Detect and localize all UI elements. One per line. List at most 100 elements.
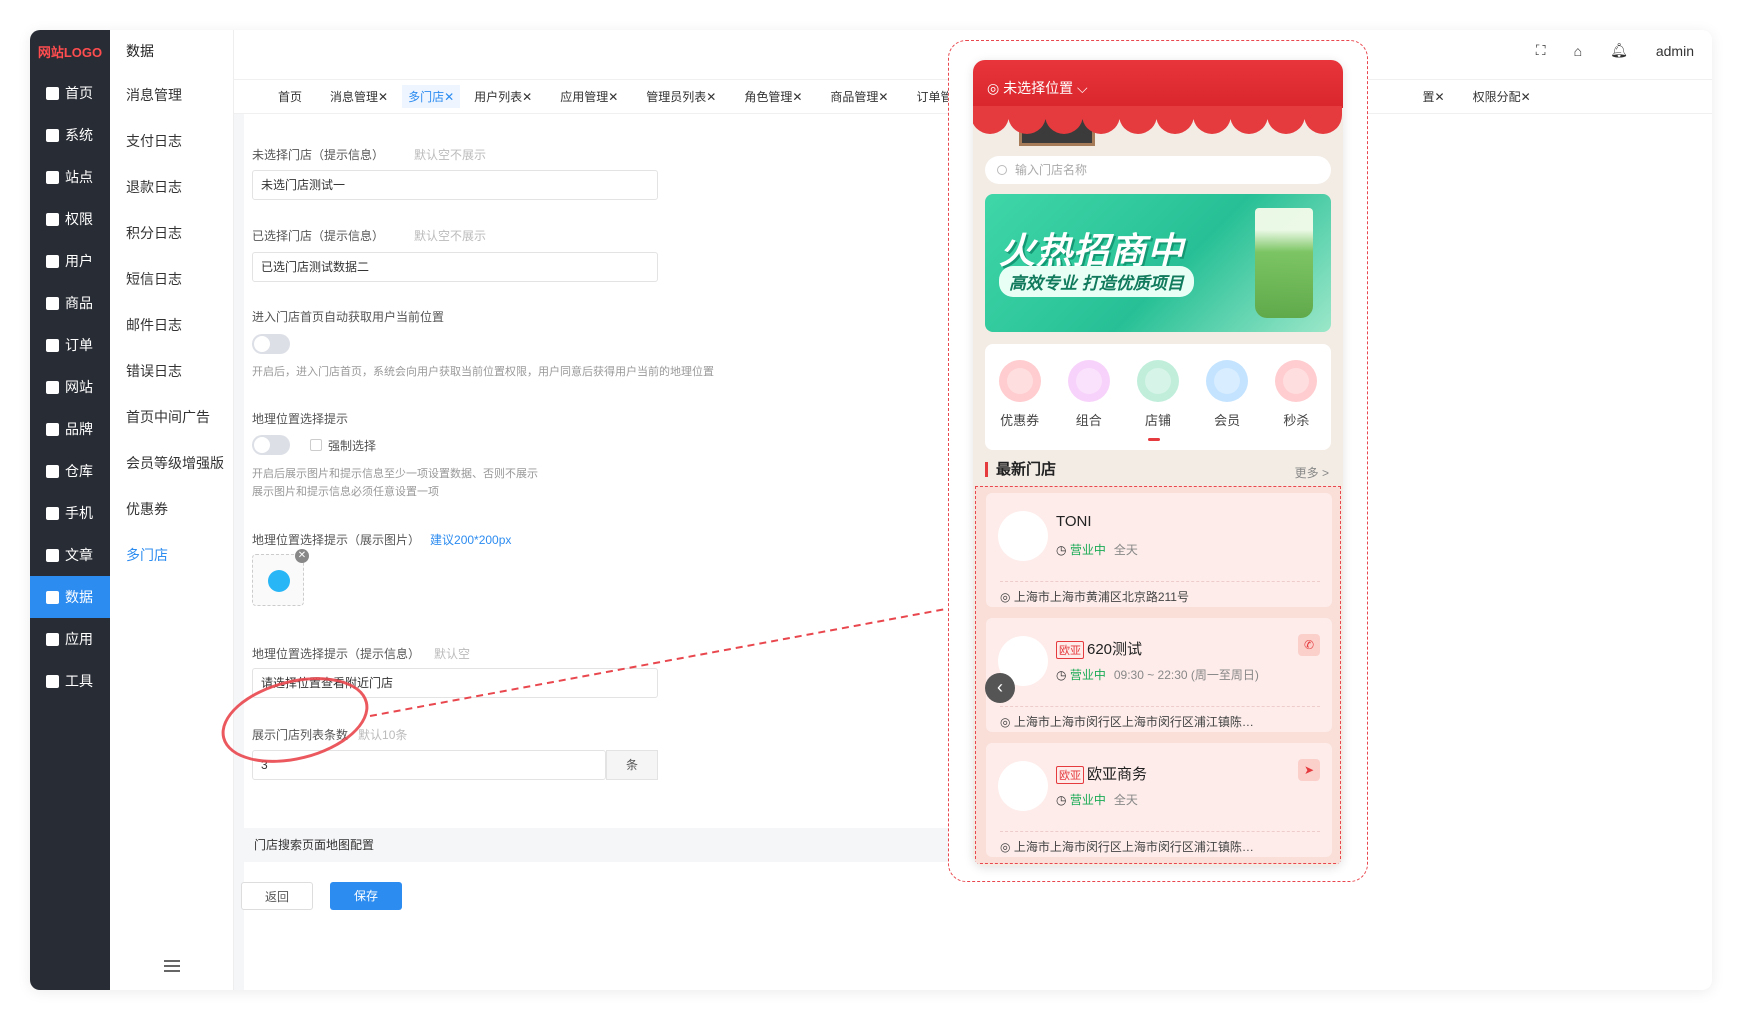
sidebar-item-label: 数据 xyxy=(65,589,93,605)
subnav-item[interactable]: 短信日志 xyxy=(110,256,233,302)
selected-input[interactable]: 已选门店测试数据二 xyxy=(252,252,658,282)
collapse-menu-icon[interactable] xyxy=(164,960,180,972)
sidebar-item[interactable]: 数据 xyxy=(30,576,110,618)
sidebar-item[interactable]: 首页 xyxy=(30,72,110,114)
tab[interactable]: 多门店✕ xyxy=(402,85,461,108)
sidebar-item[interactable]: 网站 xyxy=(30,366,110,408)
store-tag: 欧亚 xyxy=(1056,766,1084,784)
subnav-item[interactable]: 积分日志 xyxy=(110,210,233,256)
menu-icon xyxy=(46,380,59,394)
subnav-item[interactable]: 支付日志 xyxy=(110,118,233,164)
fullscreen-icon[interactable]: ⛶ xyxy=(1536,42,1546,59)
image-thumbnail xyxy=(268,570,290,592)
user-name[interactable]: admin xyxy=(1656,43,1694,59)
sidebar-item[interactable]: 权限 xyxy=(30,198,110,240)
store-card[interactable]: 欧亚 欧亚商务 ◷ 营业中 全天 ◎ 上海市上海市闵行区上海市闵行区浦江镇陈… ➤ xyxy=(986,743,1332,857)
geo-tip-label: 地理位置选择提示 xyxy=(252,412,349,426)
phone-icon[interactable]: ✆ xyxy=(1298,634,1320,656)
store-address: ◎ 上海市上海市黄浦区北京路211号 xyxy=(1000,581,1320,605)
sidebar-item[interactable]: 站点 xyxy=(30,156,110,198)
tab[interactable]: 消息管理✕ xyxy=(316,88,402,105)
tab[interactable]: 置✕ xyxy=(1409,88,1459,105)
quick-nav-item[interactable]: 组合 xyxy=(1067,360,1110,450)
navigate-icon[interactable]: ➤ xyxy=(1298,759,1320,781)
sidebar-item[interactable]: 应用 xyxy=(30,618,110,660)
chevron-down-icon: ⌵ xyxy=(1077,80,1088,96)
tab[interactable]: 用户列表✕ xyxy=(460,88,546,105)
force-select-checkbox[interactable] xyxy=(310,439,322,451)
map-config-section[interactable]: 门店搜索页面地图配置 xyxy=(242,828,982,862)
quick-nav-label: 会员 xyxy=(1214,413,1241,428)
sidebar-item[interactable]: 商品 xyxy=(30,282,110,324)
more-link[interactable]: 更多 > xyxy=(1295,464,1329,481)
subnav-item[interactable]: 优惠券 xyxy=(110,486,233,532)
home-icon[interactable]: ⌂ xyxy=(1574,43,1582,59)
tab[interactable]: 管理员列表✕ xyxy=(632,88,730,105)
geo-tip-switch[interactable] xyxy=(252,435,290,455)
tab[interactable]: 商品管理✕ xyxy=(816,88,902,105)
sidebar-item[interactable]: 品牌 xyxy=(30,408,110,450)
tab[interactable]: 首页 xyxy=(264,88,316,105)
section-title: 最新门店 xyxy=(985,462,1056,477)
quick-nav-item[interactable]: 优惠券 xyxy=(998,360,1041,450)
store-logo xyxy=(998,511,1048,561)
save-button[interactable]: 保存 xyxy=(330,882,402,910)
sidebar-item-label: 应用 xyxy=(65,631,93,647)
store-list: TONI ◷ 营业中 全天 ◎ 上海市上海市黄浦区北京路211号 欧亚 620测试 ◷ 营业… xyxy=(975,486,1341,864)
menu-icon xyxy=(46,254,59,268)
promo-banner[interactable]: 火热招商中 高效专业 打造优质项目 xyxy=(985,194,1331,332)
tab[interactable]: 应用管理✕ xyxy=(546,88,632,105)
auto-location-switch[interactable] xyxy=(252,334,290,354)
quick-nav-label: 秒杀 xyxy=(1283,413,1310,428)
tab[interactable]: 角色管理✕ xyxy=(730,88,816,105)
pin-icon: ◎ xyxy=(1000,840,1011,854)
mobile-preview: ◎ 未选择位置 ⌵ 输入门店名称 火热招商中 高效专业 打造优质项目 优惠券 组合… xyxy=(973,60,1343,866)
sidebar-item[interactable]: 工具 xyxy=(30,660,110,702)
sidebar-item-label: 商品 xyxy=(65,295,93,311)
quick-nav-label: 店铺 xyxy=(1144,413,1171,428)
subnav-item[interactable]: 退款日志 xyxy=(110,164,233,210)
menu-icon xyxy=(46,170,59,184)
unselected-input[interactable]: 未选门店测试一 xyxy=(252,170,658,200)
sidebar-item[interactable]: 仓库 xyxy=(30,450,110,492)
sidebar-item[interactable]: 手机 xyxy=(30,492,110,534)
menu-icon xyxy=(46,422,59,436)
subnav-item[interactable]: 错误日志 xyxy=(110,348,233,394)
bell-icon[interactable]: 🔔︎ xyxy=(1610,42,1628,59)
delete-image-icon[interactable]: ✕ xyxy=(295,549,309,563)
location-text: 未选择位置 xyxy=(1003,80,1074,96)
quick-nav-item[interactable]: 秒杀 xyxy=(1275,360,1318,450)
subnav-item[interactable]: 首页中间广告 xyxy=(110,394,233,440)
store-search-input[interactable]: 输入门店名称 xyxy=(985,156,1331,184)
store-address: ◎ 上海市上海市闵行区上海市闵行区浦江镇陈… xyxy=(1000,831,1320,855)
subnav-item[interactable]: 多门店 xyxy=(110,532,233,578)
menu-icon xyxy=(46,296,59,310)
geo-tip-desc-1: 开启后展示图片和提示信息至少一项设置数据、否则不展示 xyxy=(252,468,538,480)
quick-nav-icon xyxy=(1275,360,1318,402)
quick-nav-item[interactable]: 会员 xyxy=(1206,360,1249,450)
list-count-suffix: 条 xyxy=(606,750,658,780)
quick-nav-icon xyxy=(998,360,1041,402)
subnav-item[interactable]: 消息管理 xyxy=(110,72,233,118)
geo-image-upload[interactable]: ✕ xyxy=(252,549,309,606)
subnav-item[interactable]: 会员等级增强版 xyxy=(110,440,233,486)
sidebar-item[interactable]: 文章 xyxy=(30,534,110,576)
menu-icon xyxy=(46,128,59,142)
back-button[interactable]: 返回 xyxy=(241,882,313,910)
subnav-item[interactable]: 邮件日志 xyxy=(110,302,233,348)
quick-nav-icon xyxy=(1067,360,1110,402)
chevron-left-icon[interactable]: ‹ xyxy=(985,673,1015,703)
sidebar-item[interactable]: 订单 xyxy=(30,324,110,366)
tab[interactable]: 权限分配✕ xyxy=(1459,88,1545,105)
active-indicator xyxy=(1148,438,1160,441)
store-card[interactable]: TONI ◷ 营业中 全天 ◎ 上海市上海市黄浦区北京路211号 xyxy=(986,493,1332,607)
menu-icon xyxy=(46,590,59,604)
sidebar-item-label: 站点 xyxy=(65,169,93,185)
sidebar-item[interactable]: 用户 xyxy=(30,240,110,282)
sidebar-item-label: 用户 xyxy=(65,253,93,269)
sidebar-item[interactable]: 系统 xyxy=(30,114,110,156)
store-card[interactable]: 欧亚 620测试 ◷ 营业中 09:30 ~ 22:30 (周一至周日) ◎ 上海市上海… xyxy=(986,618,1332,732)
location-header[interactable]: ◎ 未选择位置 ⌵ xyxy=(973,60,1343,108)
quick-nav-item[interactable]: 店铺 xyxy=(1136,360,1179,450)
force-select-label: 强制选择 xyxy=(328,439,377,453)
